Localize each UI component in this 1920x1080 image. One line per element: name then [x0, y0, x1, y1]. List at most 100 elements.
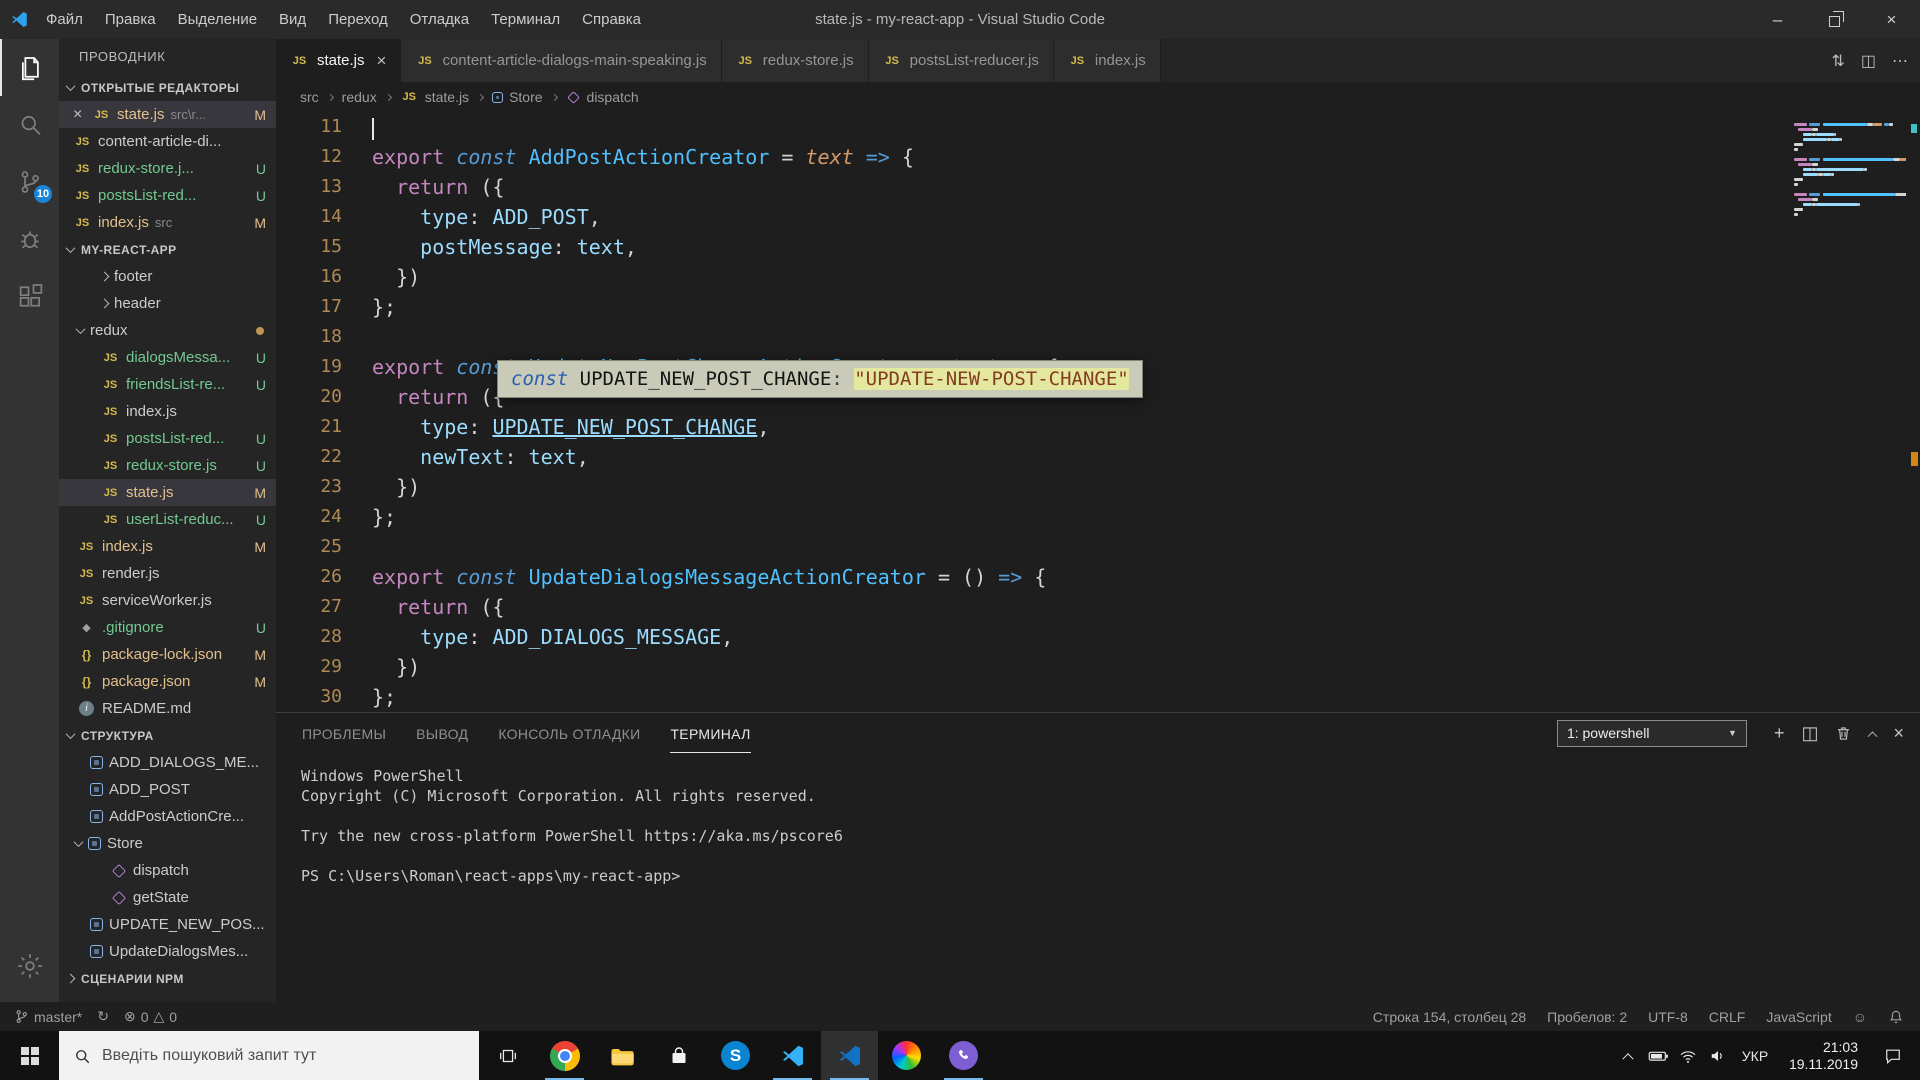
outline-item[interactable]: getState [59, 884, 276, 911]
outline-item[interactable]: UPDATE_NEW_POS... [59, 911, 276, 938]
color-app-taskbar-button[interactable] [878, 1031, 935, 1080]
code-editor[interactable]: 11 12 export const AddPostActionCreator = … [276, 112, 1920, 712]
folder-item[interactable]: redux [59, 317, 276, 344]
open-changes-icon[interactable]: ⇅ [1831, 51, 1844, 71]
action-center-icon[interactable] [1870, 1031, 1916, 1080]
breadcrumb-item[interactable]: JS state.js [400, 89, 469, 105]
breadcrumb-item[interactable]: src [300, 89, 319, 105]
file-item[interactable]: {} package-lock.json M [59, 641, 276, 668]
feedback-smiley-icon[interactable]: ☺ [1853, 1009, 1867, 1025]
code-line[interactable]: 13 return ({ [276, 172, 1920, 202]
notifications-bell-icon[interactable] [1888, 1009, 1904, 1025]
kill-terminal-icon[interactable] [1835, 725, 1852, 742]
file-item[interactable]: JS userList-reduc... U [59, 506, 276, 533]
code-line[interactable]: 29 }) [276, 652, 1920, 682]
panel-tab[interactable]: КОНСОЛЬ ОТЛАДКИ [498, 713, 640, 753]
code-line[interactable]: 17}; [276, 292, 1920, 322]
panel-tab[interactable]: ВЫВОД [416, 713, 468, 753]
file-item[interactable]: JS index.js M [59, 533, 276, 560]
open-editor-item[interactable]: JS content-article-di... [59, 128, 276, 155]
file-item[interactable]: JS dialogsMessa... U [59, 344, 276, 371]
maximize-panel-icon[interactable] [1868, 730, 1878, 741]
minimize-button[interactable]: – [1749, 0, 1806, 39]
breadcrumb-item[interactable]: dispatch [566, 89, 639, 105]
code-line[interactable]: 25 [276, 532, 1920, 562]
panel-tab[interactable]: ТЕРМИНАЛ [670, 713, 750, 753]
outline-item[interactable]: dispatch [59, 857, 276, 884]
breadcrumb-item[interactable]: Store [492, 89, 543, 105]
file-item[interactable]: JS redux-store.js U [59, 452, 276, 479]
close-panel-icon[interactable]: × [1893, 723, 1904, 744]
menu-item[interactable]: Правка [94, 0, 167, 39]
minimap[interactable] [1794, 118, 1906, 218]
code-line[interactable]: 23 }) [276, 472, 1920, 502]
task-view-button[interactable] [479, 1031, 536, 1080]
code-line[interactable]: 21 type: UPDATE_NEW_POST_CHANGE, [276, 412, 1920, 442]
problems-indicator[interactable]: ⊗ 0 △ 0 [124, 1008, 177, 1025]
open-editor-item[interactable]: × JS state.js src\r... M [59, 101, 276, 128]
menu-item[interactable]: Вид [268, 0, 317, 39]
code-line[interactable]: 18 [276, 322, 1920, 352]
code-line[interactable]: 11 [276, 112, 1920, 142]
restore-button[interactable] [1806, 0, 1863, 39]
code-line[interactable]: 28 type: ADD_DIALOGS_MESSAGE, [276, 622, 1920, 652]
close-window-button[interactable]: × [1863, 0, 1920, 39]
menu-item[interactable]: Файл [35, 0, 94, 39]
menu-item[interactable]: Выделение [167, 0, 268, 39]
outline-item[interactable]: ADD_DIALOGS_ME... [59, 749, 276, 776]
folder-item[interactable]: header [59, 290, 276, 317]
panel-tab[interactable]: ПРОБЛЕМЫ [302, 713, 386, 753]
outline-item[interactable]: UpdateDialogsMes... [59, 938, 276, 965]
editor-tab[interactable]: JS state.js × [276, 39, 402, 82]
viber-taskbar-button[interactable] [935, 1031, 992, 1080]
file-item[interactable]: JS postsList-red... U [59, 425, 276, 452]
menu-item[interactable]: Справка [571, 0, 652, 39]
close-icon[interactable]: × [377, 51, 387, 71]
taskbar-search[interactable]: Введіть пошуковий запит тут [59, 1031, 479, 1080]
file-item[interactable]: JS state.js M [59, 479, 276, 506]
editor-tab[interactable]: JS content-article-dialogs-main-speaking.… [401, 39, 722, 82]
explorer-icon[interactable] [0, 39, 59, 96]
file-item[interactable]: JS serviceWorker.js [59, 587, 276, 614]
tray-expand-icon[interactable] [1613, 1031, 1643, 1080]
close-icon[interactable]: × [73, 106, 86, 124]
vscode-taskbar-button[interactable] [764, 1031, 821, 1080]
menu-item[interactable]: Терминал [480, 0, 571, 39]
menu-item[interactable]: Переход [317, 0, 399, 39]
code-line[interactable]: 14 type: ADD_POST, [276, 202, 1920, 232]
clock[interactable]: 21:03 19.11.2019 [1777, 1039, 1870, 1073]
language-indicator[interactable]: УКР [1733, 1031, 1777, 1080]
code-line[interactable]: 16 }) [276, 262, 1920, 292]
language-mode[interactable]: JavaScript [1766, 1009, 1831, 1025]
new-terminal-icon[interactable]: + [1774, 723, 1785, 744]
breadcrumb-item[interactable]: redux [342, 89, 377, 105]
folder-item[interactable]: footer [59, 263, 276, 290]
code-line[interactable]: 12 export const AddPostActionCreator = te… [276, 142, 1920, 172]
wifi-icon[interactable] [1673, 1031, 1703, 1080]
store-taskbar-button[interactable] [650, 1031, 707, 1080]
indentation-indicator[interactable]: Пробелов: 2 [1547, 1009, 1627, 1025]
open-editor-item[interactable]: JS redux-store.j... U [59, 155, 276, 182]
split-terminal-icon[interactable]: ◫ [1801, 723, 1818, 744]
code-line[interactable]: 26 export const UpdateDialogsMessageActio… [276, 562, 1920, 592]
menu-item[interactable]: Отладка [399, 0, 480, 39]
open-editors-header[interactable]: ОТКРЫТЫЕ РЕДАКТОРЫ [59, 74, 276, 101]
code-line[interactable]: 24}; [276, 502, 1920, 532]
vscode-taskbar-button-active[interactable] [821, 1031, 878, 1080]
editor-tab[interactable]: JS redux-store.js [721, 39, 869, 82]
editor-tab[interactable]: JS postsList-reducer.js [868, 39, 1054, 82]
source-control-icon[interactable]: 10 [0, 153, 59, 210]
project-header[interactable]: MY-REACT-APP [59, 236, 276, 263]
editor-tab[interactable]: JS index.js [1053, 39, 1161, 82]
more-actions-icon[interactable]: ⋯ [1892, 51, 1908, 71]
search-icon[interactable] [0, 96, 59, 153]
volume-icon[interactable] [1703, 1031, 1733, 1080]
code-line[interactable]: 22 newText: text, [276, 442, 1920, 472]
outline-item[interactable]: AddPostActionCre... [59, 803, 276, 830]
outline-item[interactable]: Store [59, 830, 276, 857]
file-item[interactable]: JS render.js [59, 560, 276, 587]
settings-gear-icon[interactable] [0, 937, 59, 994]
git-branch-indicator[interactable]: master* [14, 1009, 82, 1025]
extensions-icon[interactable] [0, 267, 59, 324]
skype-taskbar-button[interactable]: S [707, 1031, 764, 1080]
